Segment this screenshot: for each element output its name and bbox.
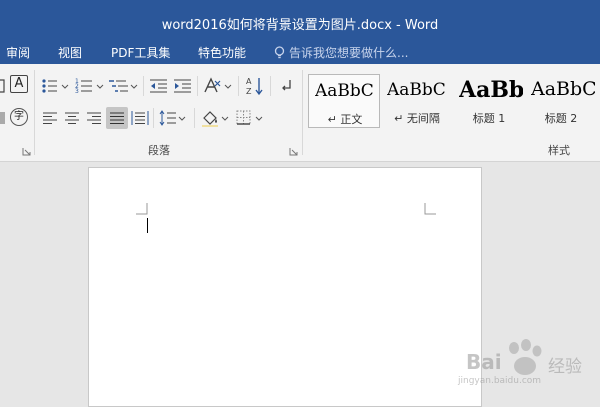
font-partial-button[interactable] [0, 76, 8, 96]
baidu-jingyan-watermark: Bai 经验 jingyan.baidu.com [450, 330, 600, 390]
increase-indent-button[interactable] [172, 76, 194, 96]
margin-corner-top-right-icon [424, 203, 436, 215]
justify-icon [110, 112, 124, 124]
multilevel-list-button[interactable] [108, 76, 140, 96]
style-heading-2[interactable]: AaBbC 标题 2 [525, 74, 597, 128]
group-separator [34, 70, 35, 155]
watermark-brand-cn: 经验 [548, 357, 582, 377]
shading-partial-button[interactable] [0, 108, 8, 128]
tab-review[interactable]: 审阅 [6, 44, 30, 61]
paragraph-dialog-launcher-icon[interactable] [289, 147, 298, 156]
align-center-icon [65, 112, 79, 124]
svg-text:Z: Z [246, 87, 252, 96]
borders-icon [236, 110, 263, 125]
watermark-url: jingyan.baidu.com [458, 376, 542, 386]
align-right-button[interactable] [84, 108, 104, 128]
paint-bucket-icon [202, 111, 229, 127]
tab-pdf-tools[interactable]: PDF工具集 [111, 44, 170, 61]
multilevel-list-icon [109, 80, 138, 92]
lightbulb-icon [274, 46, 285, 59]
svg-text:A: A [246, 77, 252, 86]
align-right-icon [87, 112, 101, 124]
chinese-layout-icon [204, 77, 232, 93]
text-cursor [147, 218, 148, 233]
button-separator [197, 76, 198, 96]
ribbon-tab-bar: 审阅 视图 PDF工具集 特色功能 告诉我您想要做什么... [0, 40, 600, 64]
decrease-indent-button[interactable] [148, 76, 170, 96]
button-separator [194, 108, 195, 128]
style-no-spacing[interactable]: AaBbC ↵ 无间隔 [381, 74, 453, 128]
font-fragment-icon [0, 79, 5, 93]
watermark-brand: Bai [466, 350, 502, 374]
borders-button[interactable] [234, 108, 266, 128]
style-no-spacing-sample: AaBbC [387, 80, 446, 100]
font-dialog-launcher-icon[interactable] [22, 147, 31, 156]
svg-text:3: 3 [75, 88, 79, 95]
line-spacing-button[interactable] [158, 108, 188, 128]
window-title: word2016如何将背景设置为图片.docx - Word [161, 18, 439, 33]
tell-me-placeholder: 告诉我您想要做什么... [289, 46, 409, 60]
enclose-characters-button[interactable]: 字 [10, 108, 28, 126]
numbering-button[interactable]: 1 2 3 [74, 76, 106, 96]
title-bar: word2016如何将背景设置为图片.docx - Word [0, 0, 600, 40]
character-border-button[interactable]: A [10, 75, 28, 93]
paragraph-group-label: 段落 [148, 144, 170, 157]
button-separator [143, 76, 144, 96]
style-heading-1-sample: AaBb [459, 77, 523, 103]
justify-button[interactable] [106, 107, 128, 129]
tab-special-features[interactable]: 特色功能 [198, 44, 246, 61]
align-left-icon [43, 112, 57, 124]
paragraph-mark-icon: ↵ [394, 112, 404, 125]
decrease-indent-icon [150, 79, 167, 93]
styles-group-label: 样式 [548, 144, 570, 157]
show-formatting-marks-button[interactable] [276, 76, 296, 96]
tell-me-search[interactable]: 告诉我您想要做什么... [274, 44, 408, 61]
chinese-layout-button[interactable] [202, 76, 234, 96]
style-heading-1-name: 标题 1 [472, 112, 506, 125]
style-heading-2-sample: AaBbC [531, 78, 595, 100]
style-normal[interactable]: AaBbC ↵ 正文 [308, 74, 380, 128]
style-heading-1[interactable]: AaBb 标题 1 [453, 74, 525, 128]
style-normal-name: 正文 [340, 113, 363, 126]
tab-view[interactable]: 视图 [58, 44, 82, 61]
bullets-button[interactable] [40, 76, 70, 96]
numbered-list-icon: 1 2 3 [75, 78, 104, 95]
group-separator [302, 70, 303, 155]
button-separator [270, 76, 271, 96]
paragraph-mark-icon: ↵ [327, 113, 337, 126]
paragraph-mark-icon [282, 80, 291, 91]
sort-button[interactable]: A Z [244, 75, 266, 97]
align-center-button[interactable] [62, 108, 82, 128]
increase-indent-icon [174, 79, 191, 93]
button-separator [238, 76, 239, 96]
distributed-button[interactable] [130, 108, 150, 128]
shading-button[interactable] [200, 108, 232, 128]
button-separator [153, 108, 154, 128]
line-spacing-icon [159, 110, 186, 126]
styles-gallery: AaBbC ↵ 正文 AaBbC ↵ 无间隔 AaBb 标题 1 AaBbC 标… [306, 74, 600, 130]
bullet-list-icon [42, 79, 69, 93]
align-left-button[interactable] [40, 108, 60, 128]
distributed-icon [131, 111, 149, 125]
margin-corner-top-left-icon [136, 203, 148, 215]
style-heading-2-name: 标题 2 [544, 112, 578, 125]
style-normal-sample: AaBbC [315, 81, 374, 101]
shading-fragment-icon [0, 112, 5, 124]
sort-az-icon: A Z [246, 77, 263, 96]
style-no-spacing-name: 无间隔 [406, 112, 440, 125]
